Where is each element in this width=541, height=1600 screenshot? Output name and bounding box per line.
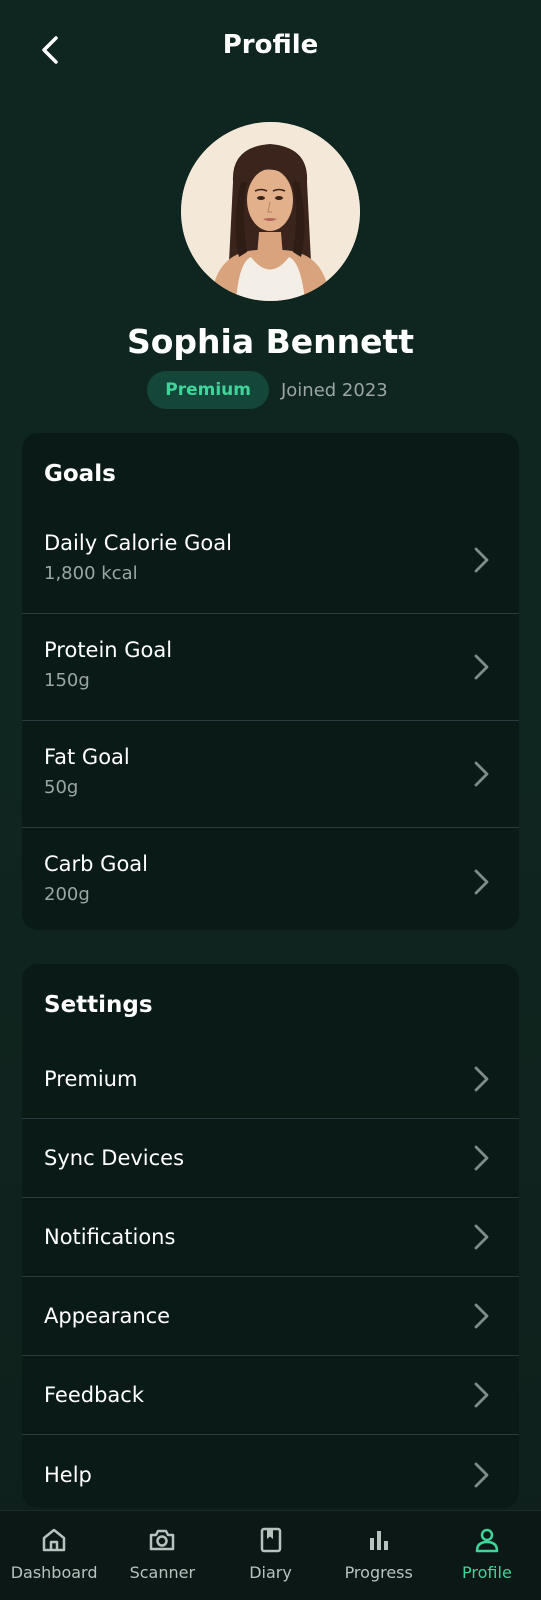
home-icon <box>42 1528 66 1552</box>
goal-label: Protein Goal <box>44 638 173 662</box>
goals-card: Goals Daily Calorie Goal 1,800 kcal Prot… <box>22 433 519 930</box>
chevron-right-icon <box>474 654 489 680</box>
settings-item-appearance[interactable]: Appearance <box>22 1277 519 1356</box>
nav-label: Diary <box>249 1563 292 1582</box>
user-icon <box>475 1528 499 1553</box>
header: Profile <box>0 0 541 100</box>
bar-chart-icon <box>369 1531 388 1550</box>
nav-label: Scanner <box>129 1563 196 1582</box>
user-avatar-illustration <box>181 122 360 301</box>
settings-item-label: Appearance <box>44 1304 171 1328</box>
chevron-right-icon <box>474 869 489 894</box>
profile-name: Sophia Bennett <box>126 322 415 361</box>
avatar[interactable] <box>181 122 360 301</box>
chevron-right-icon <box>474 1303 489 1329</box>
settings-item-feedback[interactable]: Feedback <box>22 1356 519 1435</box>
goal-value: 200g <box>44 884 90 905</box>
chevron-right-icon <box>474 761 489 787</box>
camera-icon <box>150 1529 175 1551</box>
profile-meta: Premium Joined 2023 <box>0 371 541 409</box>
settings-item-notifications[interactable]: Notifications <box>22 1198 519 1277</box>
goal-value: 50g <box>44 777 79 798</box>
goal-row-fat[interactable]: Fat Goal 50g <box>22 721 519 828</box>
book-icon <box>260 1527 281 1553</box>
goal-label: Fat Goal <box>44 745 130 769</box>
nav-label: Progress <box>344 1563 413 1582</box>
settings-item-label: Sync Devices <box>44 1146 185 1170</box>
settings-item-label: Help <box>44 1462 92 1487</box>
nav-item-dashboard[interactable]: Dashboard <box>0 1511 108 1600</box>
settings-item-help[interactable]: Help <box>22 1435 519 1508</box>
goal-row-calorie[interactable]: Daily Calorie Goal 1,800 kcal <box>22 507 519 614</box>
settings-item-label: Feedback <box>44 1383 145 1407</box>
settings-item-sync-devices[interactable]: Sync Devices <box>22 1119 519 1198</box>
settings-item-label: Premium <box>44 1067 138 1091</box>
nav-label: Profile <box>462 1563 512 1582</box>
goal-row-carb[interactable]: Carb Goal 200g <box>22 828 519 930</box>
nav-item-scanner[interactable]: Scanner <box>108 1511 216 1600</box>
nav-item-progress[interactable]: Progress <box>325 1511 433 1600</box>
settings-item-label: Notifications <box>44 1225 176 1249</box>
goal-value: 150g <box>44 670 90 691</box>
bottom-nav: Dashboard Scanner Diary Progress Profile <box>0 1510 541 1600</box>
joined-text: Joined 2023 <box>280 379 388 401</box>
nav-label: Dashboard <box>10 1563 98 1582</box>
goal-label: Daily Calorie Goal <box>44 531 232 555</box>
nav-item-profile[interactable]: Profile <box>433 1511 541 1600</box>
settings-title: Settings <box>44 992 153 1018</box>
chevron-right-icon <box>474 1066 489 1092</box>
goal-row-protein[interactable]: Protein Goal 150g <box>22 614 519 721</box>
goals-title: Goals <box>44 461 116 487</box>
page-title: Profile <box>222 30 319 60</box>
chevron-right-icon <box>474 1224 489 1250</box>
premium-badge: Premium <box>147 371 269 409</box>
goal-label: Carb Goal <box>44 852 148 876</box>
goal-value: 1,800 kcal <box>44 563 138 584</box>
chevron-right-icon <box>474 1145 489 1171</box>
nav-item-diary[interactable]: Diary <box>216 1511 324 1600</box>
chevron-right-icon <box>474 547 489 573</box>
settings-item-premium[interactable]: Premium <box>22 1040 519 1119</box>
chevron-right-icon <box>474 1382 489 1408</box>
chevron-right-icon <box>474 1462 489 1487</box>
settings-card: Settings Premium Sync Devices Notificati… <box>22 964 519 1508</box>
